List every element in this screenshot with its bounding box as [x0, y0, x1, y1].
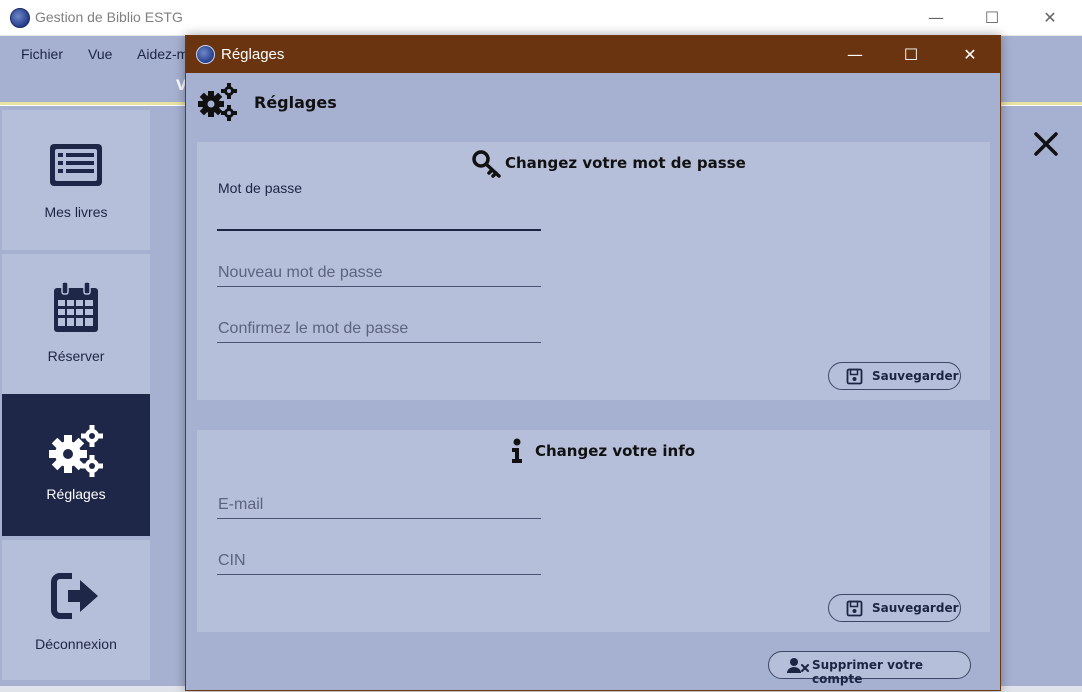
save-icon	[846, 600, 863, 617]
delete-account-button[interactable]: Supprimer votre compte	[768, 651, 971, 686]
current-password-input[interactable]	[218, 202, 540, 228]
dialog-logo-icon	[196, 45, 215, 64]
info-panel: Changez votre info Sauvegarder	[197, 430, 990, 632]
sidebar-item-label: Déconnexion	[35, 636, 117, 652]
app-logo-icon	[10, 8, 30, 28]
main-window-title: Gestion de Biblio ESTG	[35, 9, 183, 25]
save-password-label: Sauvegarder	[872, 369, 959, 383]
dialog-minimize-button[interactable]: —	[840, 42, 870, 68]
email-input[interactable]	[218, 492, 540, 518]
save-icon	[846, 368, 863, 385]
sidebar-item-label: Mes livres	[44, 204, 108, 220]
close-panel-icon[interactable]	[1030, 128, 1062, 160]
gears-icon	[49, 425, 103, 477]
sidebar-item-reserver[interactable]: Réserver	[2, 254, 150, 394]
save-info-label: Sauvegarder	[872, 601, 959, 615]
main-maximize-button[interactable]: ☐	[978, 6, 1006, 30]
new-password-input[interactable]	[218, 260, 540, 286]
calendar-icon	[54, 281, 98, 332]
save-info-button[interactable]: Sauvegarder	[828, 594, 961, 622]
main-close-button[interactable]: ✕	[1036, 6, 1064, 30]
dialog-maximize-button[interactable]: ☐	[896, 42, 926, 68]
sidebar-item-label: Réglages	[46, 486, 106, 502]
cin-underline	[217, 574, 541, 575]
info-icon	[512, 438, 522, 463]
gears-icon	[198, 83, 237, 121]
main-titlebar: Gestion de Biblio ESTG — ☐ ✕	[0, 0, 1082, 36]
save-password-button[interactable]: Sauvegarder	[828, 362, 961, 390]
sidebar-item-deconnexion[interactable]: Déconnexion	[2, 540, 150, 680]
current-password-underline	[217, 229, 541, 231]
sidebar-item-reglages[interactable]: Réglages	[2, 394, 150, 536]
sidebar-item-label: Réserver	[47, 348, 105, 364]
key-icon	[472, 150, 501, 178]
dialog-header-title: Réglages	[254, 93, 337, 112]
menu-vue[interactable]: Vue	[88, 46, 112, 62]
new-password-underline	[217, 286, 541, 287]
dialog-close-button[interactable]: ✕	[955, 42, 985, 68]
cin-input[interactable]	[218, 548, 540, 574]
menu-aide[interactable]: Aidez-m	[137, 46, 188, 62]
main-minimize-button[interactable]: —	[922, 6, 950, 30]
password-panel: Changez votre mot de passe Mot de passe …	[197, 142, 990, 400]
dialog-titlebar: Réglages — ☐ ✕	[186, 36, 1000, 73]
book-list-icon	[50, 144, 102, 186]
password-section-title: Changez votre mot de passe	[505, 154, 746, 172]
dialog-title: Réglages	[221, 46, 285, 63]
sidebar-item-mes-livres[interactable]: Mes livres	[2, 110, 150, 250]
user-remove-icon	[787, 658, 809, 673]
sign-out-icon	[51, 573, 98, 619]
confirm-password-underline	[217, 342, 541, 343]
settings-dialog: Réglages — ☐ ✕ Réglages Changez votre mo…	[185, 35, 1001, 691]
email-underline	[217, 518, 541, 519]
delete-account-label: Supprimer votre compte	[812, 658, 923, 686]
sidebar: Mes livres Réserver Réglages Déconnexion	[0, 106, 152, 686]
menu-fichier[interactable]: Fichier	[21, 46, 63, 62]
confirm-password-input[interactable]	[218, 316, 540, 342]
current-password-label: Mot de passe	[218, 180, 303, 196]
info-section-title: Changez votre info	[535, 442, 696, 460]
